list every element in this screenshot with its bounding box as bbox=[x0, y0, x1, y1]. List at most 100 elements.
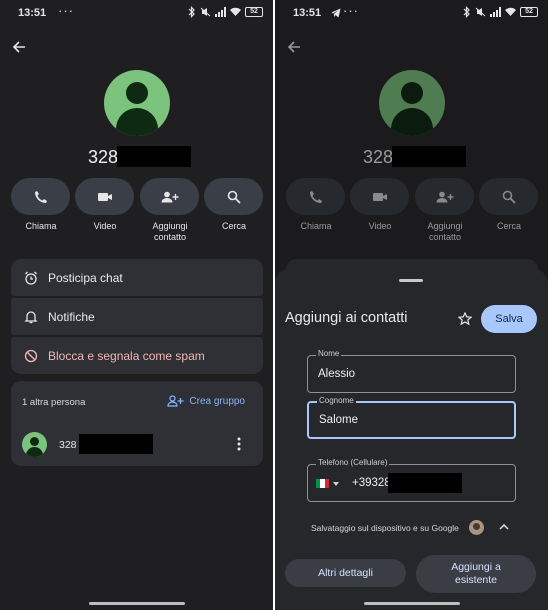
participants-count: 1 altra persona bbox=[22, 397, 86, 408]
video-button[interactable] bbox=[75, 178, 134, 215]
bell-icon bbox=[24, 310, 38, 323]
more-vert-icon[interactable] bbox=[237, 437, 241, 451]
wifi-icon bbox=[230, 7, 241, 16]
status-bar: 13:51 ··· 52 bbox=[275, 0, 548, 26]
first-name-value: Alessio bbox=[318, 368, 356, 380]
back-arrow-icon[interactable] bbox=[287, 40, 301, 54]
add-contact-button[interactable] bbox=[140, 178, 199, 215]
country-dropdown-icon[interactable] bbox=[333, 482, 339, 486]
last-name-field[interactable]: Cognome Salome bbox=[307, 396, 516, 439]
member-number: 328 bbox=[59, 439, 77, 451]
redacted-number bbox=[392, 146, 466, 167]
gesture-bar bbox=[89, 602, 185, 605]
status-time: 13:51 bbox=[18, 7, 47, 19]
group-add-icon bbox=[167, 395, 184, 407]
battery-icon: 52 bbox=[520, 7, 538, 17]
avatar-head bbox=[126, 82, 148, 104]
search-label: Cerca bbox=[221, 221, 246, 231]
sheet-title: Aggiungi ai contatti bbox=[285, 310, 408, 326]
add-contact-label: Aggiungi contatto bbox=[427, 221, 463, 242]
status-icons: 52 bbox=[188, 6, 263, 18]
avatar-head bbox=[401, 82, 423, 104]
phone-icon bbox=[309, 190, 322, 203]
last-name-label: Cognome bbox=[317, 396, 356, 405]
contact-avatar bbox=[104, 70, 170, 136]
mute-icon bbox=[200, 7, 211, 17]
contact-number-title: 328 bbox=[363, 147, 394, 167]
alarm-icon bbox=[25, 271, 37, 285]
telegram-icon bbox=[331, 8, 341, 18]
create-group-label: Crea gruppo bbox=[189, 395, 245, 407]
call-label: Chiama bbox=[300, 221, 332, 231]
first-name-label: Nome bbox=[316, 349, 342, 358]
call-button[interactable] bbox=[11, 178, 70, 215]
search-icon bbox=[227, 190, 241, 204]
search-icon bbox=[502, 190, 516, 204]
call-label: Chiama bbox=[25, 221, 57, 231]
chat-details-screen: 13:51 ··· 52 328 Chiama Video Aggiungi c… bbox=[0, 0, 273, 610]
video-button[interactable] bbox=[350, 178, 409, 215]
video-icon bbox=[372, 192, 387, 201]
gesture-bar bbox=[364, 602, 460, 605]
italy-flag-icon[interactable] bbox=[316, 479, 329, 488]
search-button[interactable] bbox=[479, 178, 538, 215]
notifications-label: Notifiche bbox=[48, 309, 95, 324]
notifications-item[interactable]: Notifiche bbox=[11, 298, 263, 335]
chevron-up-icon[interactable] bbox=[499, 523, 509, 531]
snooze-chat-label: Posticipa chat bbox=[48, 270, 123, 285]
contact-avatar bbox=[379, 70, 445, 136]
avatar-body bbox=[391, 108, 433, 136]
signal-icon bbox=[215, 7, 226, 17]
save-button[interactable]: Salva bbox=[481, 305, 537, 333]
phone-icon bbox=[34, 190, 47, 203]
participants-card: 1 altra persona Crea gruppo 328 bbox=[11, 381, 263, 466]
add-person-icon bbox=[436, 191, 453, 202]
add-contact-sheet: Aggiungi ai contatti Salva Nome Alessio … bbox=[275, 268, 548, 610]
add-contact-screen: 13:51 ··· 52 328 Chiama Video Aggiungi c… bbox=[275, 0, 548, 610]
status-icons: 52 bbox=[463, 6, 538, 18]
block-icon bbox=[24, 349, 38, 362]
avatar-body bbox=[26, 447, 43, 457]
create-group-button[interactable]: Crea gruppo bbox=[167, 395, 245, 407]
back-arrow-icon[interactable] bbox=[12, 40, 26, 54]
video-label: Video bbox=[93, 221, 117, 231]
redacted-number bbox=[388, 473, 462, 493]
call-button[interactable] bbox=[286, 178, 345, 215]
add-person-icon bbox=[161, 191, 178, 202]
member-avatar bbox=[22, 432, 47, 457]
status-more-icon: ··· bbox=[343, 3, 359, 18]
block-report-spam-item[interactable]: Blocca e segnala come spam bbox=[11, 337, 263, 374]
avatar-head bbox=[30, 437, 39, 446]
more-details-button[interactable]: Altri dettagli bbox=[285, 559, 406, 587]
status-bar: 13:51 ··· 52 bbox=[0, 0, 273, 26]
bluetooth-icon bbox=[188, 6, 195, 18]
add-to-existing-button[interactable]: Aggiungi a esistente bbox=[416, 555, 536, 593]
phone-value: +39328 bbox=[352, 477, 391, 489]
video-label: Video bbox=[368, 221, 392, 231]
video-icon bbox=[97, 192, 112, 201]
mute-icon bbox=[475, 7, 486, 17]
add-contact-button[interactable] bbox=[415, 178, 474, 215]
phone-field[interactable]: Telefono (Cellulare) +39328 bbox=[307, 458, 516, 502]
first-name-field[interactable]: Nome Alessio bbox=[307, 349, 516, 393]
signal-icon bbox=[490, 7, 501, 17]
save-location-note: Salvataggio sul dispositivo e su Google bbox=[311, 523, 459, 533]
redacted-number bbox=[79, 434, 153, 454]
contact-number-title: 328 bbox=[88, 147, 119, 167]
phone-label: Telefono (Cellulare) bbox=[316, 458, 390, 467]
status-more-icon: ··· bbox=[58, 3, 74, 18]
snooze-chat-item[interactable]: Posticipa chat bbox=[11, 259, 263, 296]
last-name-value: Salome bbox=[319, 414, 358, 426]
redacted-number bbox=[117, 146, 191, 167]
status-time: 13:51 bbox=[293, 7, 322, 19]
block-report-spam-label: Blocca e segnala come spam bbox=[48, 348, 205, 363]
wifi-icon bbox=[505, 7, 516, 16]
sheet-drag-handle[interactable] bbox=[399, 279, 423, 282]
search-button[interactable] bbox=[204, 178, 263, 215]
search-label: Cerca bbox=[496, 221, 521, 231]
add-contact-label: Aggiungi contatto bbox=[152, 221, 188, 242]
bluetooth-icon bbox=[463, 6, 470, 18]
account-avatar bbox=[469, 520, 484, 535]
star-icon[interactable] bbox=[458, 312, 472, 326]
battery-icon: 52 bbox=[245, 7, 263, 17]
